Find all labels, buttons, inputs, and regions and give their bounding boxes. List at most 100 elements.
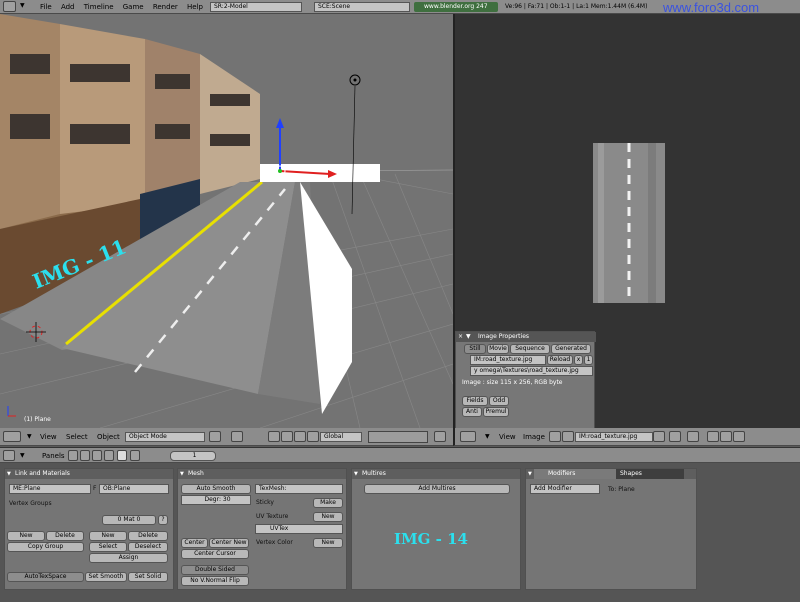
tab-movie[interactable]: Movie xyxy=(487,344,509,354)
play-icon[interactable] xyxy=(707,431,719,442)
scale-icon[interactable] xyxy=(307,431,319,442)
degr-field[interactable]: Degr: 30 xyxy=(181,495,251,505)
image-selector[interactable]: IM:road_texture.jpg xyxy=(575,432,653,442)
close-icon[interactable] xyxy=(653,431,665,442)
draw-type-icon[interactable] xyxy=(209,431,221,442)
record-icon[interactable] xyxy=(733,431,745,442)
orientation-selector[interactable]: Global xyxy=(320,432,362,442)
window-type-icon[interactable] xyxy=(3,1,16,12)
tab-still[interactable]: Still xyxy=(464,344,486,354)
collapse-icon[interactable]: ▼ xyxy=(20,2,25,9)
close-icon[interactable]: × xyxy=(458,332,463,342)
material-index-field[interactable]: 0 Mat 0 xyxy=(102,515,156,525)
menu-select[interactable]: Select xyxy=(66,433,88,441)
assign-button[interactable]: Assign xyxy=(89,553,168,563)
main-menu: File Add Timeline Game Render Help xyxy=(40,3,210,11)
center-button[interactable]: Center xyxy=(181,538,208,548)
view-type-icon[interactable] xyxy=(3,431,21,442)
collapse-icon[interactable]: ▼ xyxy=(466,332,471,342)
editing-icon[interactable] xyxy=(117,450,127,461)
tab-modifiers[interactable]: Modifiers xyxy=(534,469,616,479)
menu-file[interactable]: File xyxy=(40,3,52,11)
image-path-field[interactable]: y omega\Textures\road_texture.jpg xyxy=(470,366,593,376)
menu-image[interactable]: Image xyxy=(523,433,545,441)
menu-panels[interactable]: Panels xyxy=(42,452,65,460)
unlink-button[interactable]: x xyxy=(574,355,583,365)
pause-icon[interactable] xyxy=(720,431,732,442)
auto-smooth-toggle[interactable]: Auto Smooth xyxy=(181,484,251,494)
autotexspace-toggle[interactable]: AutoTexSpace xyxy=(7,572,84,582)
set-solid-button[interactable]: Set Solid xyxy=(128,572,168,582)
uv-texture-new-button[interactable]: New xyxy=(313,512,343,522)
uvtex-field[interactable]: UVTex xyxy=(255,524,343,534)
sticky-make-button[interactable]: Make xyxy=(313,498,343,508)
object-icon[interactable] xyxy=(104,450,114,461)
center-cursor-button[interactable]: Center Cursor xyxy=(181,549,249,559)
add-modifier-selector[interactable]: Add Modifier xyxy=(530,484,600,494)
menu-object[interactable]: Object xyxy=(97,433,120,441)
logic-icon[interactable] xyxy=(68,450,78,461)
shading-icon[interactable] xyxy=(92,450,102,461)
browse-image-icon[interactable] xyxy=(562,431,574,442)
new-material-button[interactable]: New xyxy=(89,531,127,541)
scene-icon[interactable] xyxy=(130,450,140,461)
frame-field[interactable]: 1 xyxy=(170,451,216,461)
tab-shapes[interactable]: Shapes xyxy=(616,469,684,479)
menu-add[interactable]: Add xyxy=(61,3,75,11)
copy-group-button[interactable]: Copy Group xyxy=(7,542,84,552)
collapse-icon[interactable]: ▼ xyxy=(20,452,25,459)
double-sided-toggle[interactable]: Double Sided xyxy=(181,565,249,575)
menu-render[interactable]: Render xyxy=(153,3,178,11)
anti-button[interactable]: Anti xyxy=(462,407,482,417)
center-new-button[interactable]: Center New xyxy=(209,538,249,548)
menu-game[interactable]: Game xyxy=(123,3,144,11)
script-icon[interactable] xyxy=(80,450,90,461)
collapse-icon[interactable]: ▼ xyxy=(528,471,532,477)
buttons-type-icon[interactable] xyxy=(3,450,15,461)
screen-selector[interactable]: SR:2-Model xyxy=(210,2,302,12)
delete-vgroup-button[interactable]: Delete xyxy=(46,531,84,541)
sticky-label: Sticky xyxy=(256,499,274,506)
brush-icon[interactable] xyxy=(549,431,561,442)
translate-icon[interactable] xyxy=(281,431,293,442)
fields-button[interactable]: Fields xyxy=(462,396,488,406)
collapse-icon[interactable]: ▼ xyxy=(485,433,490,440)
material-help-button[interactable]: ? xyxy=(158,515,168,525)
blender-url[interactable]: www.blender.org 247 xyxy=(414,2,498,12)
lock-icon[interactable] xyxy=(434,431,446,442)
3d-viewport[interactable]: IMG - 11 (1) Plane xyxy=(0,14,453,428)
rotate-icon[interactable] xyxy=(294,431,306,442)
pack-icon[interactable] xyxy=(687,431,699,442)
editor-type-icon[interactable] xyxy=(460,431,476,442)
image-name-field[interactable]: IM:road_texture.jpg xyxy=(470,355,546,365)
menu-help[interactable]: Help xyxy=(187,3,203,11)
image-editor[interactable]: × ▼ Image Properties Still Movie Sequenc… xyxy=(453,14,800,429)
layer-buttons[interactable] xyxy=(368,431,428,443)
no-vnormal-flip-toggle[interactable]: No V.Normal Flip xyxy=(181,576,249,586)
delete-material-button[interactable]: Delete xyxy=(128,531,168,541)
tab-sequence[interactable]: Sequence xyxy=(510,344,550,354)
hand-icon[interactable] xyxy=(268,431,280,442)
tab-generated[interactable]: Generated xyxy=(551,344,591,354)
texmesh-field[interactable]: TexMesh: xyxy=(255,484,343,494)
menu-view[interactable]: View xyxy=(40,433,57,441)
pin-icon[interactable] xyxy=(669,431,681,442)
object-name-field[interactable]: OB:Plane xyxy=(99,484,169,494)
pivot-icon[interactable] xyxy=(231,431,243,442)
new-vgroup-button[interactable]: New xyxy=(7,531,45,541)
collapse-icon[interactable]: ▼ xyxy=(27,433,32,440)
menu-view[interactable]: View xyxy=(499,433,516,441)
mesh-name-field[interactable]: ME:Plane xyxy=(9,484,91,494)
select-button[interactable]: Select xyxy=(89,542,127,552)
odd-button[interactable]: Odd xyxy=(489,396,509,406)
fake-user-toggle[interactable]: F xyxy=(93,485,96,492)
add-multires-button[interactable]: Add Multires xyxy=(364,484,510,494)
menu-timeline[interactable]: Timeline xyxy=(84,3,114,11)
scene-selector[interactable]: SCE:Scene xyxy=(314,2,410,12)
reload-button[interactable]: Reload xyxy=(547,355,573,365)
deselect-button[interactable]: Deselect xyxy=(128,542,168,552)
mode-selector[interactable]: Object Mode xyxy=(125,432,205,442)
premul-button[interactable]: Premul xyxy=(483,407,509,417)
set-smooth-button[interactable]: Set Smooth xyxy=(85,572,127,582)
vertex-color-new-button[interactable]: New xyxy=(313,538,343,548)
